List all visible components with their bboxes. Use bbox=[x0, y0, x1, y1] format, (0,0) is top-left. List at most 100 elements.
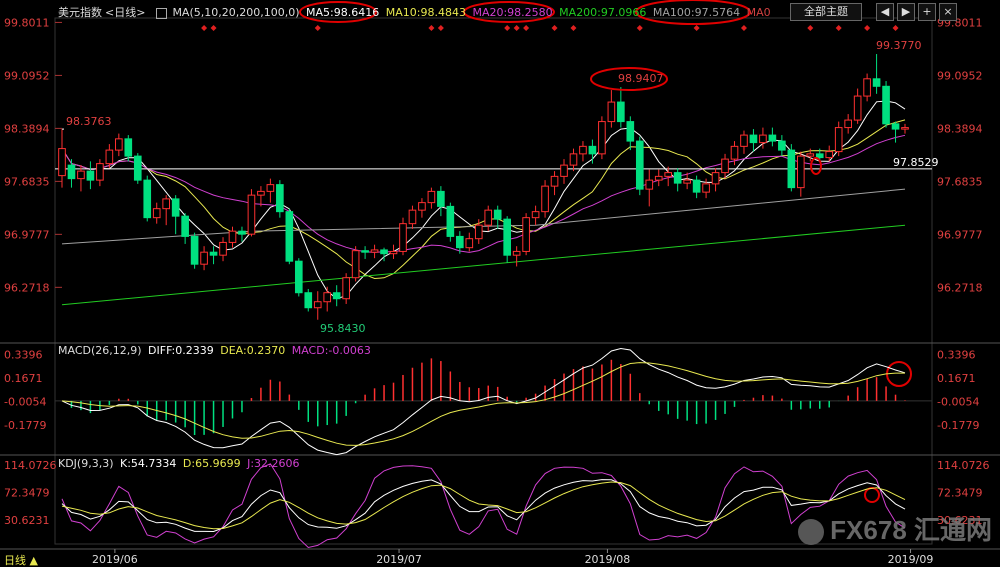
candle-up bbox=[740, 134, 748, 147]
candle-down bbox=[626, 121, 635, 142]
next-button[interactable]: ▶ bbox=[897, 3, 915, 21]
signal-marker bbox=[437, 25, 444, 31]
legend-swatch-icon bbox=[155, 7, 167, 19]
candle-down bbox=[209, 251, 218, 256]
candle-down bbox=[294, 260, 303, 294]
macd-diff-line bbox=[61, 347, 906, 456]
price-header: 美元指数 <日线> MA(5,10,20,200,100,0) MA5:98.64… bbox=[58, 4, 774, 20]
prev-button[interactable]: ◀ bbox=[876, 3, 894, 21]
fx678-logo-icon bbox=[798, 519, 825, 546]
candle-up bbox=[664, 172, 673, 177]
signal-marker bbox=[807, 25, 814, 31]
plus-icon: + bbox=[922, 5, 932, 18]
y-tick-label-left: 97.6835 bbox=[4, 175, 50, 188]
signal-marker bbox=[523, 25, 530, 31]
candle-down bbox=[503, 218, 511, 256]
signal-marker bbox=[570, 25, 577, 31]
kdj-params-label: KDJ(9,3,3) bbox=[58, 457, 114, 470]
candle-down bbox=[768, 134, 777, 142]
kdj-y-tick-left: 72.3479 bbox=[4, 487, 50, 500]
candle-up bbox=[247, 194, 256, 235]
candle-up bbox=[200, 251, 208, 265]
macd-y-tick-right: 0.1671 bbox=[937, 372, 976, 385]
macd-y-tick-left: -0.0054 bbox=[4, 396, 46, 409]
candle-up bbox=[806, 153, 815, 157]
candle-down bbox=[380, 249, 388, 255]
candle-up bbox=[313, 301, 322, 309]
highlight-kdj bbox=[864, 487, 880, 503]
candle-up bbox=[512, 250, 521, 256]
candle-down bbox=[304, 292, 313, 309]
ma100-value: MA100:97.5764 bbox=[652, 6, 741, 19]
y-tick-label-left: 96.9777 bbox=[4, 228, 50, 241]
theme-dropdown-label: 全部主题 bbox=[804, 5, 848, 18]
candle-up bbox=[654, 175, 663, 181]
signal-marker bbox=[201, 25, 208, 31]
kdj-y-tick-right: 114.0726 bbox=[937, 459, 990, 472]
x-tick-label: 2019/06 bbox=[92, 553, 138, 566]
kdj-d-value: D:65.9699 bbox=[182, 457, 241, 470]
add-button[interactable]: + bbox=[918, 3, 936, 21]
candle-up bbox=[844, 119, 852, 129]
candle-up bbox=[484, 209, 493, 226]
candle-down bbox=[872, 78, 881, 87]
candle-up bbox=[342, 277, 350, 300]
macd-y-tick-left: 0.3396 bbox=[4, 349, 43, 362]
candle-up bbox=[825, 151, 834, 159]
candle-down bbox=[171, 198, 180, 217]
next-icon: ▶ bbox=[901, 5, 911, 18]
candle-up bbox=[351, 250, 360, 279]
candle-up bbox=[607, 101, 616, 123]
candle-up bbox=[863, 78, 871, 97]
macd-y-tick-right: -0.1779 bbox=[937, 419, 979, 432]
y-tick-label-left: 99.0952 bbox=[4, 69, 50, 82]
candle-up bbox=[474, 224, 483, 240]
annotation-high-aug: 98.9407 bbox=[618, 72, 664, 85]
candle-down bbox=[181, 215, 189, 237]
candle-down bbox=[361, 250, 369, 253]
y-tick-label-right: 99.0952 bbox=[937, 69, 983, 82]
candle-up bbox=[560, 164, 568, 177]
signal-marker bbox=[892, 25, 899, 31]
candle-down bbox=[446, 205, 455, 237]
candle-up bbox=[323, 292, 332, 303]
candle-up bbox=[389, 250, 398, 255]
macd-y-tick-left: 0.1671 bbox=[4, 372, 43, 385]
chart-window: 99.8011 99.8011 99.0952 99.0952 98.3894 98.38… bbox=[0, 0, 1000, 567]
candle-down bbox=[143, 179, 152, 219]
candle-up bbox=[541, 185, 549, 213]
candle-up bbox=[115, 138, 123, 151]
candle-up bbox=[162, 198, 171, 210]
ma200-line bbox=[61, 224, 906, 306]
signal-marker bbox=[835, 25, 842, 31]
candle-down bbox=[190, 235, 199, 265]
candle-up bbox=[834, 127, 843, 153]
candle-up bbox=[228, 230, 237, 243]
candle-down bbox=[456, 235, 464, 249]
signal-marker bbox=[210, 25, 217, 31]
candle-down bbox=[437, 190, 445, 207]
signal-marker bbox=[864, 25, 871, 31]
signal-marker bbox=[636, 25, 643, 31]
period-selector[interactable]: 日线 ▲ bbox=[4, 552, 41, 567]
theme-dropdown-button[interactable]: 全部主题 bbox=[790, 3, 862, 21]
candle-down bbox=[749, 134, 758, 144]
candle-up bbox=[370, 249, 379, 253]
ma20-value: MA20:98.2580 bbox=[472, 6, 553, 19]
watermark-text: FX678 汇通网 bbox=[830, 515, 992, 545]
candle-down bbox=[692, 179, 701, 193]
kdj-header: KDJ(9,3,3) K:54.7334 D:65.9699 J:32.2606 bbox=[58, 457, 303, 470]
candle-down bbox=[891, 123, 900, 130]
candle-up bbox=[579, 145, 587, 155]
candle-down bbox=[285, 211, 294, 262]
candle-up bbox=[730, 145, 739, 160]
close-button[interactable]: × bbox=[939, 3, 957, 21]
candle-up bbox=[408, 209, 417, 225]
y-tick-label-left: 98.3894 bbox=[4, 122, 50, 135]
macd-header: MACD(26,12,9) DIFF:0.2339 DEA:0.2370 MAC… bbox=[58, 344, 374, 357]
candle-down bbox=[617, 101, 625, 123]
y-tick-label-left: 96.2718 bbox=[4, 281, 50, 294]
candle-down bbox=[787, 149, 796, 189]
macd-y-tick-right: 0.3396 bbox=[937, 349, 976, 362]
annotation-low-jul: 95.8430 bbox=[320, 322, 366, 335]
